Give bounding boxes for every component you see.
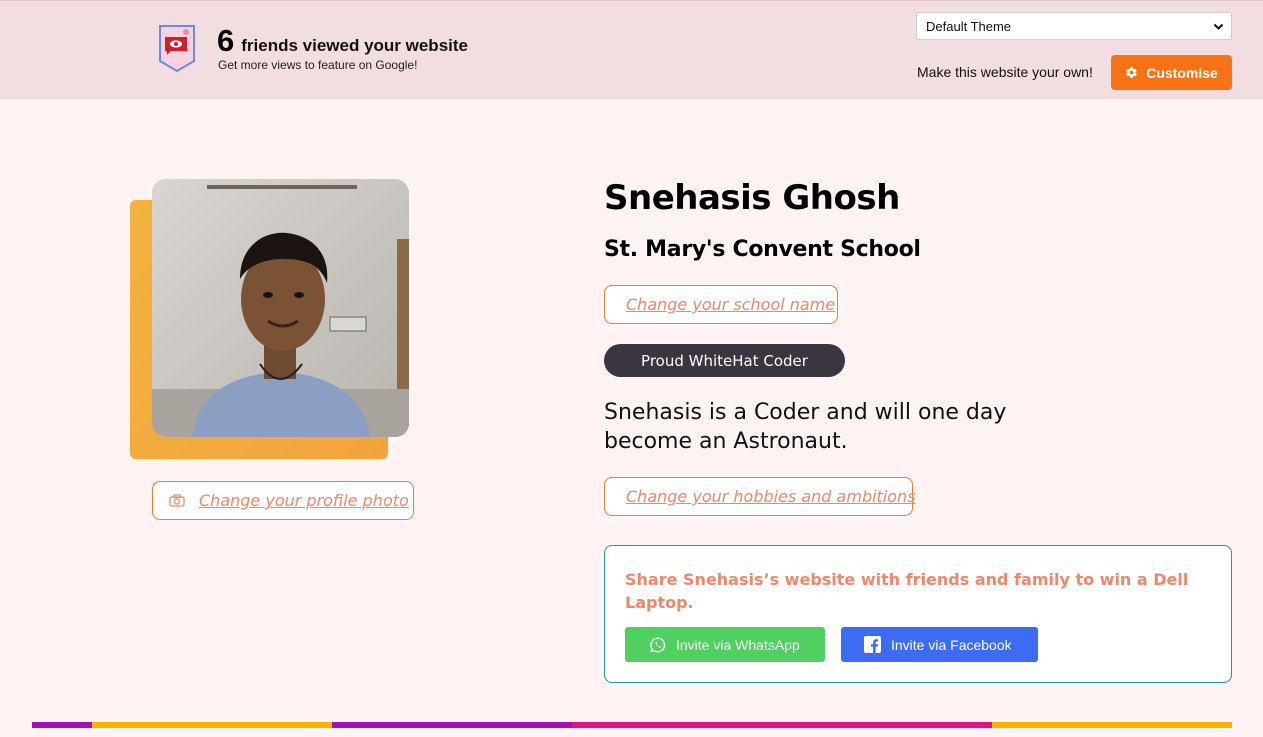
eye-badge-icon: [157, 23, 197, 73]
chevron-down-icon: [1213, 23, 1224, 30]
bottom-stripe-4: [572, 722, 992, 728]
school-name: St. Mary's Convent School: [604, 237, 921, 262]
change-profile-photo-button[interactable]: Change your profile photo: [152, 481, 414, 520]
coder-badge: Proud WhiteHat Coder: [604, 344, 845, 377]
change-profile-photo-label: Change your profile photo: [199, 491, 409, 510]
share-text: Share Snehasis’s website with friends an…: [625, 570, 1189, 612]
profile-name: Snehasis Ghosh: [604, 178, 900, 218]
invite-facebook-label: Invite via Facebook: [891, 636, 1012, 653]
views-count: 6: [217, 23, 235, 58]
make-own-text: Make this website your own!: [917, 64, 1093, 80]
camera-icon: [169, 494, 185, 507]
profile-photo: [152, 179, 409, 437]
change-hobbies-button[interactable]: Change your hobbies and ambitions: [604, 477, 916, 516]
top-banner: 6 friends viewed your website Get more v…: [0, 0, 1263, 99]
change-school-button[interactable]: Change your school name: [604, 285, 838, 324]
facebook-icon: [864, 636, 881, 653]
change-school-label: Change your school name: [626, 295, 836, 314]
views-text: friends viewed your website: [241, 36, 468, 55]
invite-facebook-button[interactable]: Invite via Facebook: [841, 627, 1038, 662]
change-hobbies-label: Change your hobbies and ambitions: [626, 487, 916, 506]
views-subtext: Get more views to feature on Google!: [218, 58, 418, 72]
invite-whatsapp-button[interactable]: Invite via WhatsApp: [625, 627, 825, 662]
customise-button[interactable]: Customise: [1111, 55, 1232, 90]
profile-bio: Snehasis is a Coder and will one day bec…: [604, 400, 1007, 454]
customise-label: Customise: [1146, 64, 1218, 81]
gear-icon: [1126, 67, 1137, 78]
bottom-stripe-5: [992, 722, 1232, 728]
share-card: Share Snehasis’s website with friends an…: [604, 545, 1232, 683]
theme-select[interactable]: Default Theme: [916, 12, 1232, 40]
invite-whatsapp-label: Invite via WhatsApp: [676, 636, 800, 653]
views-summary: 6 friends viewed your website: [217, 23, 468, 59]
bottom-stripe-3: [332, 722, 572, 728]
bottom-stripe-2: [92, 722, 332, 728]
theme-select-value: Default Theme: [926, 18, 1012, 34]
bottom-stripe-1: [32, 722, 92, 728]
whatsapp-icon: [650, 636, 666, 653]
